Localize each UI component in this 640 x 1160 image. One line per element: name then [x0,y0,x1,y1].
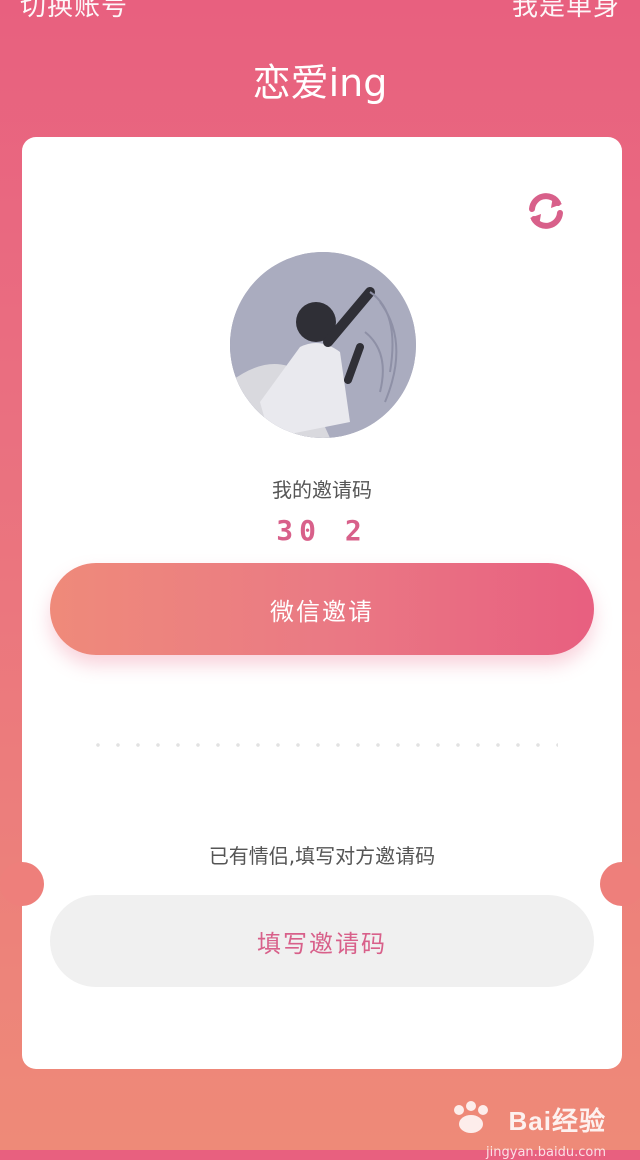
page-title: 恋爱ing [252,61,388,105]
watermark-url: jingyan.baidu.com [486,1145,606,1160]
baidu-watermark: Bai经验 [441,1100,606,1138]
wechat-invite-button[interactable]: 微信邀请 [50,563,594,655]
fill-invite-code-button[interactable]: 填写邀请码 [50,895,594,987]
top-left-link[interactable]: 切换账号 [20,0,128,23]
partner-hint-text: 已有情侣,填写对方邀请码 [208,844,436,868]
invite-card: 我的邀请码 30 2 微信邀请 已有情侣,填写对方邀请码 填写邀请码 [0,137,640,1069]
top-right-link[interactable]: 我是单身 [512,0,620,23]
invite-code-label: 我的邀请码 [272,478,372,502]
watermark-text: Bai经验 [508,1105,606,1136]
refresh-button[interactable] [522,187,570,235]
avatar [230,252,416,438]
dotted-divider [88,743,558,747]
invite-code-value: 30 2 [276,514,368,547]
baidu-paw-icon [453,1101,488,1133]
refresh-icon [529,193,563,229]
avatar-photo [230,252,416,438]
